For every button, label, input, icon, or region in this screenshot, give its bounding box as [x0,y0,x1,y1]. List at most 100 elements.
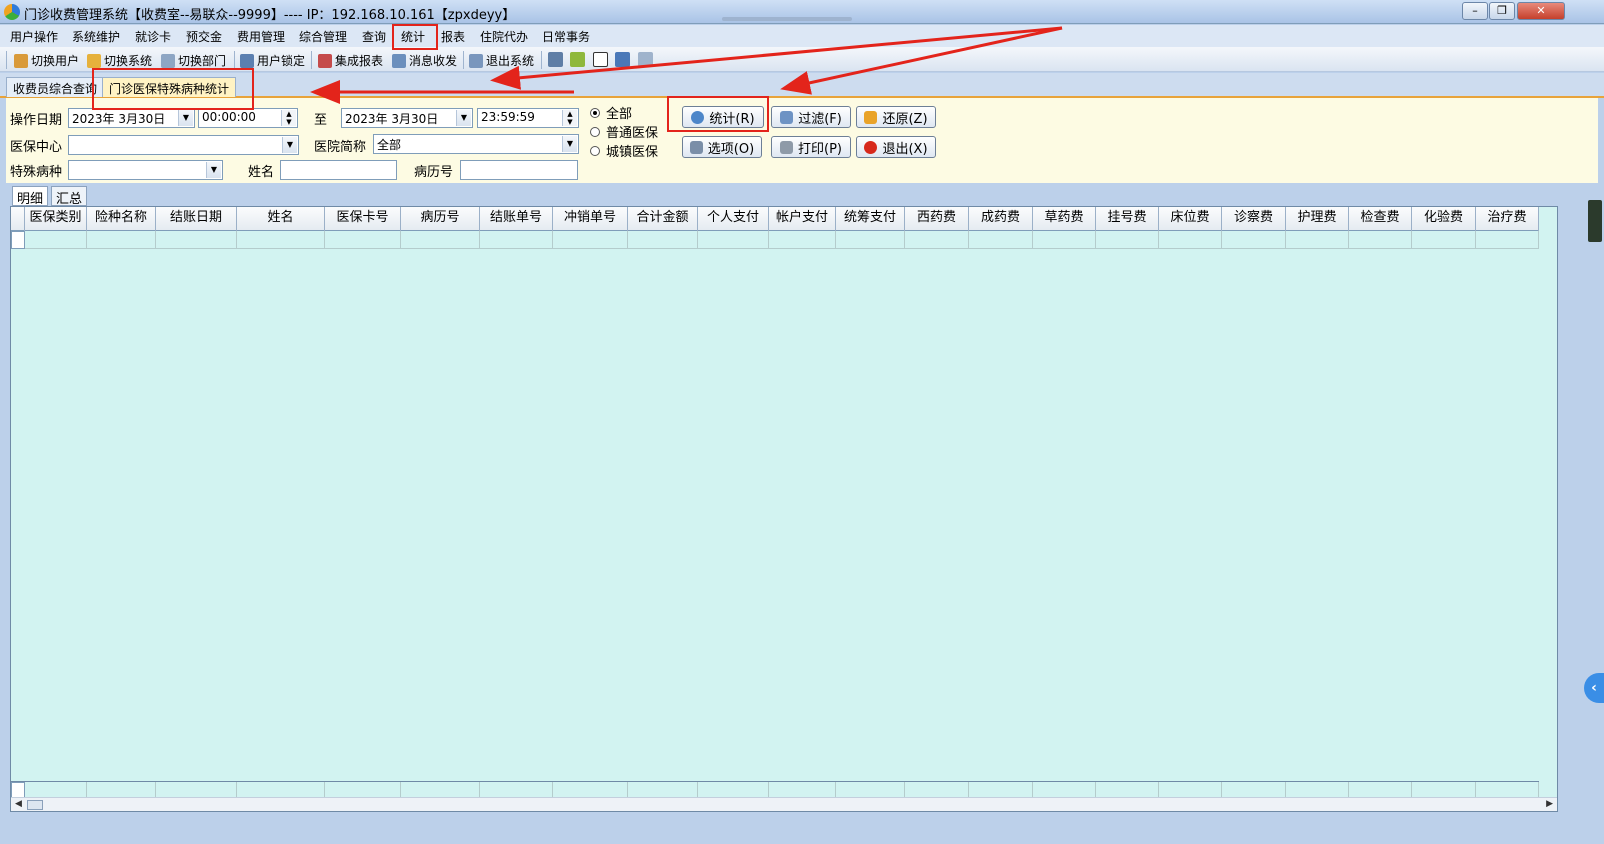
col-patient-name[interactable]: 姓名 [237,207,325,231]
tab-summary[interactable]: 汇总 [51,186,88,207]
col-settle-date[interactable]: 结账日期 [156,207,237,231]
switch-system-button[interactable]: 切换系统 [87,52,152,69]
col-herbal-medicine[interactable]: 草药费 [1033,207,1096,231]
spinner-icon[interactable]: ▲ ▼ [281,110,296,126]
integrated-report-button[interactable]: 集成报表 [318,52,383,69]
chevron-down-icon[interactable]: ▼ [562,136,577,152]
horizontal-scrollbar[interactable]: ◀ ▶ [11,797,1557,811]
menu-daily-affairs[interactable]: 日常事务 [542,28,590,45]
menu-bar: 用户操作 系统维护 就诊卡 预交金 费用管理 综合管理 查询 统计 报表 住院代… [0,25,1604,47]
radio-urban-insurance[interactable]: 城镇医保 [590,141,658,160]
col-pooled-pay[interactable]: 统筹支付 [836,207,905,231]
record-no-input[interactable] [460,160,578,180]
window-title: 门诊收费管理系统【收费室--易联众--9999】---- IP：192.168.… [24,8,516,23]
tab-detail[interactable]: 明细 [12,186,49,207]
end-time-input[interactable]: 23:59:59 ▲ ▼ [477,108,579,128]
side-panel-handle[interactable] [1588,200,1602,242]
tab-cashier-query[interactable]: 收费员综合查询 [6,77,105,97]
toolbar-grip [6,51,7,69]
title-bar-indicator [722,17,852,21]
col-nursing-fee[interactable]: 护理费 [1286,207,1349,231]
table-row[interactable] [11,231,1539,249]
hospital-abbr-select[interactable]: 全部 ▼ [373,134,579,154]
col-insurance-type[interactable]: 医保类别 [25,207,87,231]
highlight-statistics-menu [392,24,438,50]
radio-unchecked-icon [590,145,600,156]
switch-user-button[interactable]: 切换用户 [14,52,79,69]
col-total-amount[interactable]: 合计金额 [628,207,698,231]
col-patent-medicine[interactable]: 成药费 [969,207,1033,231]
menu-deposit[interactable]: 预交金 [186,28,222,45]
checkbox-icon[interactable] [593,52,608,67]
toolbar-separator [234,51,235,69]
name-label: 姓名 [248,165,275,180]
chevron-left-icon[interactable]: ‹ [1584,673,1604,703]
insurance-center-label: 医保中心 [10,140,63,155]
menu-user-ops[interactable]: 用户操作 [10,28,58,45]
toolbar-separator [463,51,464,69]
close-button[interactable]: ✕ [1517,2,1565,20]
radio-checked-icon [590,107,600,118]
chevron-down-icon[interactable]: ▼ [282,137,297,153]
col-registration-fee[interactable]: 挂号费 [1096,207,1159,231]
lock-user-button[interactable]: 用户锁定 [240,52,305,69]
col-plan-name[interactable]: 险种名称 [87,207,156,231]
scroll-left-icon[interactable]: ◀ [15,799,22,809]
currency-icon[interactable] [570,52,585,67]
col-record-no[interactable]: 病历号 [401,207,480,231]
insurance-center-select[interactable]: ▼ [68,135,299,155]
message-icon [392,53,406,68]
printer-icon [780,140,793,154]
col-western-medicine[interactable]: 西药费 [905,207,969,231]
restore-filter-button[interactable]: 还原(Z) [856,106,936,128]
col-exam-fee[interactable]: 检查费 [1349,207,1412,231]
name-input[interactable] [280,160,397,180]
scroll-thumb[interactable] [27,800,43,810]
col-lab-fee[interactable]: 化验费 [1412,207,1476,231]
special-disease-select[interactable]: ▼ [68,160,223,180]
radio-normal-insurance[interactable]: 普通医保 [590,122,658,141]
restore-button[interactable]: ❐ [1489,2,1515,20]
window-split-icon[interactable] [615,52,630,67]
menu-report[interactable]: 报表 [441,28,465,45]
switch-user-icon [14,53,28,68]
menu-inpatient-agent[interactable]: 住院代办 [480,28,528,45]
radio-all[interactable]: 全部 [590,103,632,122]
record-no-label: 病历号 [414,165,454,180]
menu-general-management[interactable]: 综合管理 [299,28,347,45]
col-bed-fee[interactable]: 床位费 [1159,207,1222,231]
op-date-label: 操作日期 [10,113,63,128]
chevron-down-icon[interactable]: ▼ [206,162,221,178]
start-time-input[interactable]: 00:00:00 ▲ ▼ [198,108,298,128]
options-button[interactable]: 选项(O) [682,136,762,158]
col-treatment-fee[interactable]: 治疗费 [1476,207,1539,231]
edit-icon[interactable] [548,52,563,67]
col-insurance-card[interactable]: 医保卡号 [325,207,401,231]
calendar-icon[interactable] [638,52,653,67]
chevron-down-icon[interactable]: ▼ [178,110,193,126]
scroll-right-icon[interactable]: ▶ [1546,799,1553,809]
print-button[interactable]: 打印(P) [771,136,851,158]
col-account-pay[interactable]: 帐户支付 [769,207,836,231]
filter-button[interactable]: 过滤(F) [771,106,851,128]
start-date-picker[interactable]: 2023年 3月30日 ▼ [68,108,195,128]
message-button[interactable]: 消息收发 [392,52,457,69]
col-settle-no[interactable]: 结账单号 [480,207,553,231]
menu-system-maintenance[interactable]: 系统维护 [72,28,120,45]
switch-department-button[interactable]: 切换部门 [161,52,226,69]
menu-query[interactable]: 查询 [362,28,386,45]
end-date-picker[interactable]: 2023年 3月30日 ▼ [341,108,473,128]
row-indicator[interactable] [11,231,25,249]
menu-fee-management[interactable]: 费用管理 [237,28,285,45]
exit-system-button[interactable]: 退出系统 [469,52,534,69]
col-consultation-fee[interactable]: 诊察费 [1222,207,1286,231]
radio-unchecked-icon [590,126,600,137]
chevron-down-icon[interactable]: ▼ [456,110,471,126]
power-icon [864,140,878,154]
exit-button[interactable]: 退出(X) [856,136,936,158]
col-personal-pay[interactable]: 个人支付 [698,207,769,231]
menu-visit-card[interactable]: 就诊卡 [135,28,171,45]
col-reversal-no[interactable]: 冲销单号 [553,207,628,231]
spinner-icon[interactable]: ▲ ▼ [562,110,577,126]
minimize-button[interactable]: – [1462,2,1488,20]
